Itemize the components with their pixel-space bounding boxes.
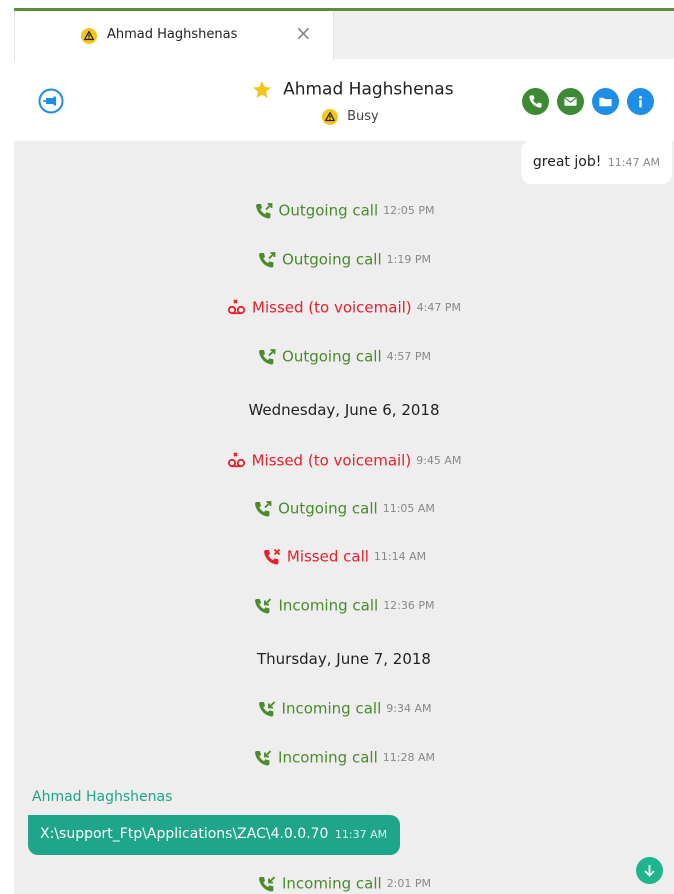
message-time: 11:47 AM [607, 156, 660, 169]
call-event-outgoing: Outgoing call 11:05 AM [14, 498, 674, 522]
arrow-down-icon [644, 865, 655, 877]
outgoing-call-icon [259, 348, 276, 365]
outgoing-message[interactable]: great job! 11:47 AM [520, 141, 672, 184]
call-event-incoming: Incoming call 9:34 AM [14, 698, 674, 722]
event-label: Incoming call [278, 748, 378, 767]
event-label: Outgoing call [278, 201, 379, 220]
event-label: Incoming call [281, 699, 382, 718]
event-label: Outgoing call [282, 250, 382, 269]
busy-warning-icon [81, 28, 97, 44]
status-label: Busy [347, 109, 379, 124]
call-event-outgoing: Outgoing call 12:05 PM [14, 200, 674, 224]
message-list[interactable]: great job! 11:47 AM Outgoing call 12:05 P… [14, 141, 674, 894]
date-separator: Thursday, June 7, 2018 [257, 650, 431, 668]
event-label: Incoming call [278, 596, 379, 615]
voicemail-missed-icon [227, 298, 246, 314]
call-button[interactable] [522, 88, 549, 115]
incoming-message[interactable]: X:\support_Ftp\Applications\ZAC\4.0.0.70… [28, 815, 401, 855]
event-label: Outgoing call [278, 499, 378, 518]
incoming-call-icon [259, 875, 276, 892]
call-event-incoming: Incoming call 11:28 AM [14, 747, 674, 771]
call-event-incoming: Incoming call 2:01 PM [14, 873, 674, 894]
call-event-missed: Missed call 11:14 AM [14, 546, 674, 570]
info-icon [639, 95, 642, 108]
call-event-voicemail: Missed (to voicemail) 4:47 PM [14, 297, 674, 321]
event-time: 12:05 PM [383, 204, 435, 217]
missed-call-icon [263, 548, 281, 565]
voicemail-missed-icon [227, 451, 245, 467]
event-time: 12:36 PM [383, 599, 435, 612]
envelope-icon [564, 97, 577, 106]
busy-warning-icon [322, 108, 338, 125]
event-label: Missed call [286, 547, 369, 566]
event-time: 9:34 AM [386, 702, 432, 715]
pin-icon[interactable] [38, 88, 64, 114]
folder-icon [599, 97, 612, 107]
event-time: 4:57 PM [386, 350, 431, 363]
message-sender: Ahmad Haghshenas [32, 789, 173, 805]
event-time: 11:14 AM [373, 550, 427, 563]
incoming-call-icon [258, 700, 275, 717]
call-event-outgoing: Outgoing call 1:19 PM [14, 249, 674, 273]
files-button[interactable] [592, 88, 619, 115]
contact-status: Busy [322, 106, 379, 125]
star-icon[interactable] [252, 80, 272, 100]
event-label: Missed (to voicemail) [251, 451, 412, 470]
call-event-voicemail: Missed (to voicemail) 9:45 AM [14, 450, 674, 474]
incoming-call-icon [255, 597, 272, 614]
incoming-call-icon [255, 749, 272, 766]
conversation-header: Ahmad Haghshenas Busy [14, 61, 674, 141]
tab-strip: Ahmad Haghshenas × [14, 11, 674, 61]
event-time: 11:05 AM [382, 502, 435, 515]
contact-name-row: Ahmad Haghshenas [252, 79, 454, 103]
event-time: 4:47 PM [416, 301, 461, 314]
date-separator: Wednesday, June 6, 2018 [248, 401, 440, 419]
message-text: X:\support_Ftp\Applications\ZAC\4.0.0.70 [40, 826, 329, 842]
scroll-to-bottom-button[interactable] [636, 857, 663, 884]
outgoing-call-icon [259, 251, 276, 268]
event-time: 2:01 PM [386, 877, 432, 890]
message-time: 11:37 AM [334, 828, 388, 841]
event-label: Outgoing call [282, 347, 382, 366]
message-text: great job! [532, 154, 602, 170]
event-label: Missed (to voicemail) [252, 298, 412, 317]
event-time: 1:19 PM [386, 253, 431, 266]
tab-ahmad-haghshenas[interactable]: Ahmad Haghshenas × [14, 11, 334, 61]
outgoing-call-icon [255, 202, 272, 219]
event-time: 9:45 AM [416, 454, 462, 467]
contact-name: Ahmad Haghshenas [283, 79, 454, 100]
call-event-incoming: Incoming call 12:36 PM [14, 595, 674, 619]
outgoing-call-icon [255, 500, 272, 517]
call-event-outgoing: Outgoing call 4:57 PM [14, 346, 674, 370]
event-time: 11:28 AM [382, 751, 435, 764]
phone-icon [529, 95, 542, 108]
info-button[interactable] [627, 88, 654, 115]
tab-label: Ahmad Haghshenas [107, 27, 238, 42]
event-label: Incoming call [281, 874, 382, 893]
email-button[interactable] [557, 88, 584, 115]
close-icon[interactable]: × [295, 23, 312, 43]
